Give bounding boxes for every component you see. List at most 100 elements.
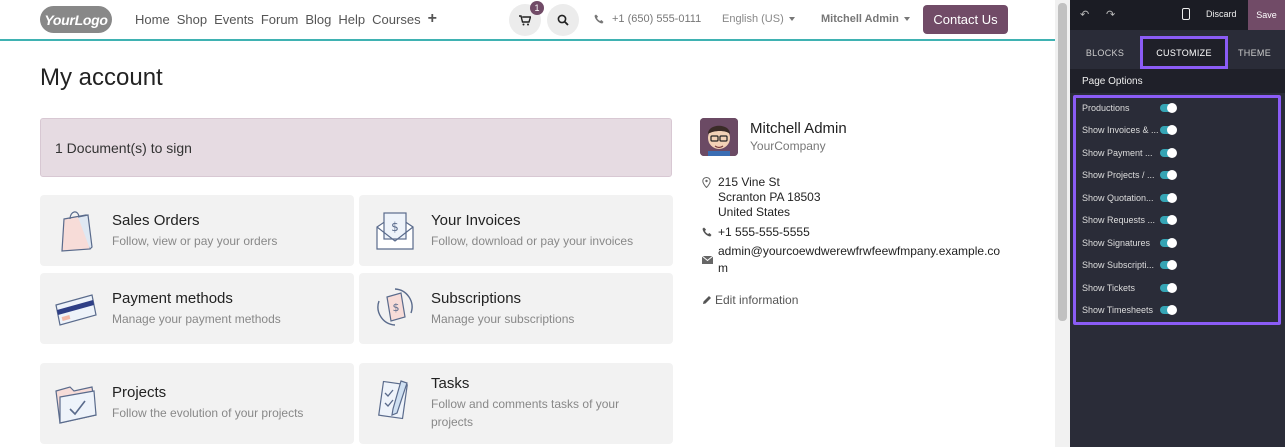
nav-phone-text: +1 (650) 555-0111 xyxy=(612,13,702,25)
alert-text: 1 Document(s) to sign xyxy=(55,139,192,156)
tab-customize[interactable]: CUSTOMIZE xyxy=(1140,36,1228,69)
profile-company: YourCompany xyxy=(750,139,826,153)
toggle-switch[interactable] xyxy=(1160,148,1177,158)
edit-information-link[interactable]: Edit information xyxy=(702,293,798,307)
option-show-projects[interactable]: Show Projects / ... xyxy=(1082,168,1177,182)
nav-link-home[interactable]: Home xyxy=(135,12,170,27)
profile-email: admin@yourcoewdwerewfrwfeewfmpany.exampl… xyxy=(718,244,1001,275)
credit-card-icon xyxy=(55,294,97,326)
toggle-switch[interactable] xyxy=(1160,193,1177,203)
phone-icon xyxy=(702,227,712,237)
nav-link-help[interactable]: Help xyxy=(338,12,365,27)
toggle-switch[interactable] xyxy=(1160,260,1177,270)
add-menu-icon[interactable]: + xyxy=(428,11,437,27)
map-marker-icon xyxy=(702,177,711,188)
profile-name: Mitchell Admin xyxy=(750,120,847,137)
chevron-down-icon xyxy=(903,17,910,22)
user-menu[interactable]: Mitchell Admin xyxy=(821,13,910,25)
documents-to-sign-alert[interactable]: 1 Document(s) to sign xyxy=(40,118,672,177)
phone-icon xyxy=(594,14,604,24)
card-title: Payment methods xyxy=(112,290,233,307)
website-editor-panel: ↶ ↷ Discard Save BLOCKS CUSTOMIZE THEME … xyxy=(1070,0,1285,447)
page-title: My account xyxy=(40,64,163,91)
card-description: Follow and comments tasks of your projec… xyxy=(431,397,620,429)
toggle-switch[interactable] xyxy=(1160,125,1177,135)
site-logo[interactable]: YourLogo xyxy=(40,6,112,33)
editor-toolbar: ↶ ↷ Discard Save xyxy=(1070,0,1285,30)
card-description: Follow, view or pay your orders xyxy=(112,234,278,248)
nav-link-shop[interactable]: Shop xyxy=(177,12,207,27)
option-productions[interactable]: Productions xyxy=(1082,101,1177,115)
nav-phone[interactable]: +1 (650) 555-0111 xyxy=(594,13,701,25)
option-show-invoices[interactable]: Show Invoices & ... xyxy=(1082,123,1177,137)
option-show-tickets[interactable]: Show Tickets xyxy=(1082,281,1177,295)
option-label: Show Quotation... xyxy=(1082,193,1154,203)
website-preview: YourLogo Home Shop Events Forum Blog Hel… xyxy=(0,0,1055,447)
card-your-invoices[interactable]: $ Your Invoices Follow, download or pay … xyxy=(359,195,673,266)
task-checklist-icon xyxy=(378,380,408,420)
avatar xyxy=(700,118,738,156)
nav-menu: Home Shop Events Forum Blog Help Courses… xyxy=(135,11,444,28)
contact-us-button[interactable]: Contact Us xyxy=(923,5,1008,34)
toggle-switch[interactable] xyxy=(1160,283,1177,293)
project-folder-icon xyxy=(55,386,97,424)
card-payment-methods[interactable]: Payment methods Manage your payment meth… xyxy=(40,273,354,344)
option-show-subscriptions[interactable]: Show Subscripti... xyxy=(1082,258,1177,272)
toggle-switch[interactable] xyxy=(1160,238,1177,248)
card-sales-orders[interactable]: Sales Orders Follow, view or pay your or… xyxy=(40,195,354,266)
user-name-label: Mitchell Admin xyxy=(821,13,899,25)
toggle-switch[interactable] xyxy=(1160,215,1177,225)
toggle-switch[interactable] xyxy=(1160,170,1177,180)
option-show-signatures[interactable]: Show Signatures xyxy=(1082,236,1177,250)
pencil-icon xyxy=(703,296,711,304)
svg-text:$: $ xyxy=(391,220,399,234)
edit-information-label: Edit information xyxy=(715,293,799,307)
discard-button[interactable]: Discard xyxy=(1206,9,1237,19)
option-label: Show Invoices & ... xyxy=(1082,125,1159,135)
card-title: Projects xyxy=(112,384,167,401)
save-button[interactable]: Save xyxy=(1248,0,1285,30)
toggle-switch[interactable] xyxy=(1160,305,1177,315)
toggle-switch[interactable] xyxy=(1160,103,1177,113)
top-navbar: YourLogo Home Shop Events Forum Blog Hel… xyxy=(0,0,1055,41)
option-label: Show Timesheets xyxy=(1082,305,1154,315)
scrollbar-thumb[interactable] xyxy=(1058,3,1067,321)
option-show-payment[interactable]: Show Payment ... xyxy=(1082,146,1177,160)
user-avatar-icon xyxy=(700,118,738,156)
page-options-header: Page Options xyxy=(1070,69,1285,93)
tab-theme[interactable]: THEME xyxy=(1232,36,1277,69)
invoice-envelope-icon: $ xyxy=(376,212,414,250)
page-scrollbar[interactable] xyxy=(1055,0,1070,447)
search-button[interactable] xyxy=(547,4,579,36)
option-label: Show Tickets xyxy=(1082,283,1136,293)
option-label: Show Requests ... xyxy=(1082,215,1156,225)
option-label: Show Subscripti... xyxy=(1082,260,1155,270)
language-selector[interactable]: English (US) xyxy=(722,13,795,25)
tab-blocks[interactable]: BLOCKS xyxy=(1080,36,1130,69)
svg-text:$: $ xyxy=(393,301,400,314)
address-line: 215 Vine St xyxy=(718,175,780,189)
nav-link-blog[interactable]: Blog xyxy=(305,12,331,27)
undo-icon[interactable]: ↶ xyxy=(1080,8,1089,21)
nav-link-courses[interactable]: Courses xyxy=(372,12,420,27)
option-show-timesheets[interactable]: Show Timesheets xyxy=(1082,303,1177,317)
option-show-quotation[interactable]: Show Quotation... xyxy=(1082,191,1177,205)
redo-icon[interactable]: ↷ xyxy=(1106,8,1115,21)
option-show-requests[interactable]: Show Requests ... xyxy=(1082,213,1177,227)
option-label: Show Payment ... xyxy=(1082,148,1153,158)
nav-link-forum[interactable]: Forum xyxy=(261,12,299,27)
language-label: English (US) xyxy=(722,13,784,25)
card-description: Follow, download or pay your invoices xyxy=(431,234,634,248)
option-label: Productions xyxy=(1082,103,1130,113)
nav-link-events[interactable]: Events xyxy=(214,12,254,27)
card-subscriptions[interactable]: $ Subscriptions Manage your subscription… xyxy=(359,273,673,344)
mobile-preview-icon[interactable] xyxy=(1182,8,1190,20)
subscription-cycle-icon: $ xyxy=(377,288,413,326)
shopping-bag-icon xyxy=(61,211,93,252)
option-label: Show Projects / ... xyxy=(1082,170,1155,180)
card-tasks[interactable]: Tasks Follow and comments tasks of your … xyxy=(359,363,673,444)
card-title: Your Invoices xyxy=(431,212,521,229)
card-projects[interactable]: Projects Follow the evolution of your pr… xyxy=(40,363,354,444)
card-title: Sales Orders xyxy=(112,212,200,229)
card-description: Manage your payment methods xyxy=(112,312,281,326)
